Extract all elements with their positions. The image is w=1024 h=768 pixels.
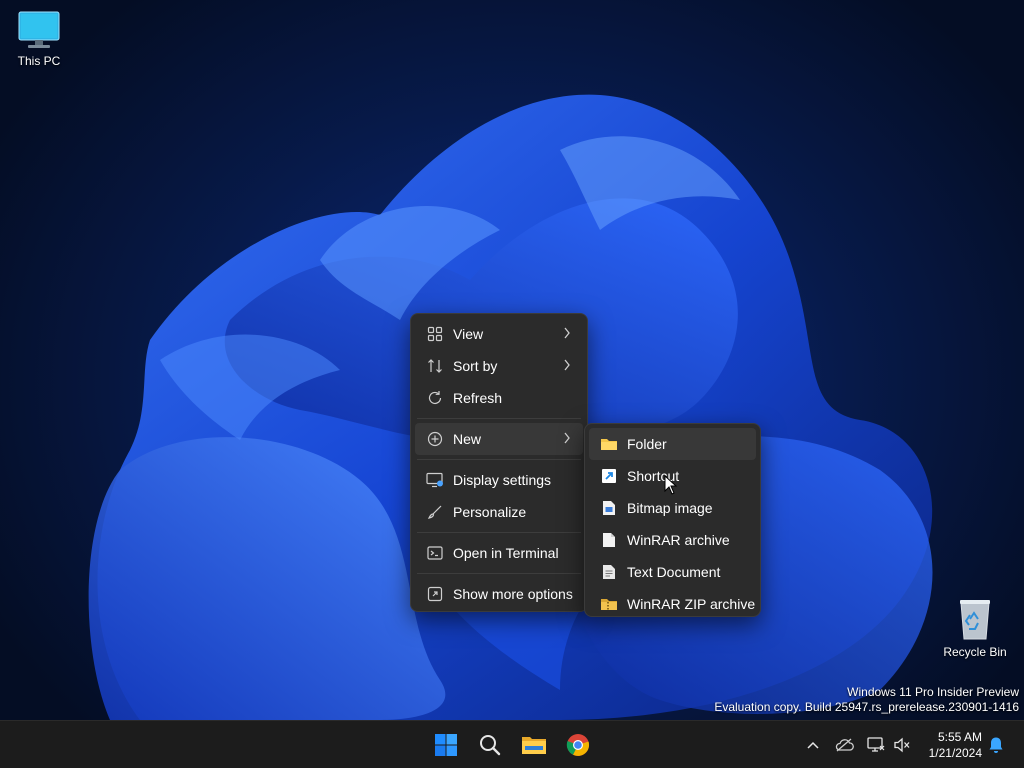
menu-item-view[interactable]: View [415, 318, 583, 350]
menu-item-new[interactable]: New [415, 423, 583, 455]
menu-item-refresh[interactable]: Refresh [415, 382, 583, 414]
chrome-icon [566, 734, 590, 756]
menu-item-show-more-options[interactable]: Show more options [415, 578, 583, 610]
volume-button[interactable] [892, 735, 912, 755]
submenu-item-label: WinRAR ZIP archive [627, 596, 756, 612]
chevron-right-icon [563, 431, 571, 448]
terminal-icon [425, 543, 445, 563]
taskbar: 5:55 AM 1/21/2024 [0, 720, 1024, 768]
submenu-item-label: WinRAR archive [627, 532, 730, 548]
brush-icon [425, 502, 445, 522]
menu-item-label: Show more options [453, 586, 573, 602]
monitor-icon [18, 11, 60, 48]
file-explorer-icon [522, 737, 546, 754]
winrar-zip-icon [599, 594, 619, 614]
new-submenu: Folder Shortcut Bitmap image WinRAR arch… [584, 423, 761, 617]
text-document-icon [599, 562, 619, 582]
volume-muted-icon [894, 737, 910, 753]
menu-item-label: Personalize [453, 504, 527, 520]
chrome-button[interactable] [558, 725, 598, 765]
search-icon [480, 735, 501, 756]
menu-separator [417, 532, 581, 533]
desktop-context-menu: View Sort by Refresh New Display setting… [410, 313, 588, 612]
network-button[interactable] [866, 735, 886, 755]
submenu-item-label: Bitmap image [627, 500, 713, 516]
desktop-icon-this-pc[interactable]: This PC [0, 10, 79, 68]
submenu-item-text-document[interactable]: Text Document [589, 556, 756, 588]
menu-item-label: View [453, 326, 484, 342]
menu-item-label: Refresh [453, 390, 503, 406]
winrar-archive-icon [599, 530, 619, 550]
chevron-up-icon [807, 741, 819, 749]
refresh-icon [425, 388, 445, 408]
menu-separator [417, 573, 581, 574]
bell-icon [989, 737, 1003, 753]
clock-time: 5:55 AM [937, 730, 982, 744]
taskbar-clock[interactable]: 5:55 AM 1/21/2024 [929, 729, 982, 761]
onedrive-icon [835, 738, 854, 752]
grid-icon [425, 324, 445, 344]
start-icon [435, 734, 457, 756]
start-button[interactable] [426, 725, 466, 765]
mouse-cursor-icon [664, 475, 678, 495]
chevron-right-icon [563, 326, 571, 343]
menu-separator [417, 459, 581, 460]
shortcut-icon [599, 466, 619, 486]
submenu-item-label: Text Document [627, 564, 721, 580]
chevron-right-icon [563, 358, 571, 375]
submenu-item-label: Folder [627, 436, 667, 452]
evaluation-watermark: Windows 11 Pro Insider Preview Evaluatio… [714, 685, 1019, 715]
submenu-item-winrar-zip-archive[interactable]: WinRAR ZIP archive [589, 588, 756, 620]
menu-separator [417, 418, 581, 419]
menu-item-personalize[interactable]: Personalize [415, 496, 583, 528]
watermark-line-2: Evaluation copy. Build 25947.rs_prerelea… [714, 700, 1019, 714]
desktop-icon-label: This PC [17, 54, 61, 68]
watermark-line-1: Windows 11 Pro Insider Preview [847, 685, 1019, 699]
submenu-item-folder[interactable]: Folder [589, 428, 756, 460]
file-explorer-button[interactable] [514, 725, 554, 765]
display-icon [425, 470, 445, 490]
bitmap-icon [599, 498, 619, 518]
folder-icon [599, 434, 619, 454]
menu-item-label: Sort by [453, 358, 498, 374]
menu-item-label: Display settings [453, 472, 552, 488]
recycle-bin-icon [960, 600, 990, 640]
plus-circle-icon [425, 429, 445, 449]
submenu-item-bitmap-image[interactable]: Bitmap image [589, 492, 756, 524]
desktop-icon-label: Recycle Bin [943, 645, 1007, 659]
menu-item-label: New [453, 431, 482, 447]
menu-item-label: Open in Terminal [453, 545, 559, 561]
menu-item-sort-by[interactable]: Sort by [415, 350, 583, 382]
notifications-button[interactable] [986, 735, 1006, 755]
sort-icon [425, 356, 445, 376]
network-icon [867, 737, 885, 752]
more-options-icon [425, 584, 445, 604]
menu-item-display-settings[interactable]: Display settings [415, 464, 583, 496]
onedrive-button[interactable] [834, 735, 854, 755]
search-button[interactable] [470, 725, 510, 765]
clock-date: 1/21/2024 [928, 746, 982, 760]
menu-item-open-in-terminal[interactable]: Open in Terminal [415, 537, 583, 569]
desktop-icon-recycle-bin[interactable]: Recycle Bin [935, 597, 1015, 659]
submenu-item-winrar-archive[interactable]: WinRAR archive [589, 524, 756, 556]
show-hidden-icons-button[interactable] [803, 735, 823, 755]
